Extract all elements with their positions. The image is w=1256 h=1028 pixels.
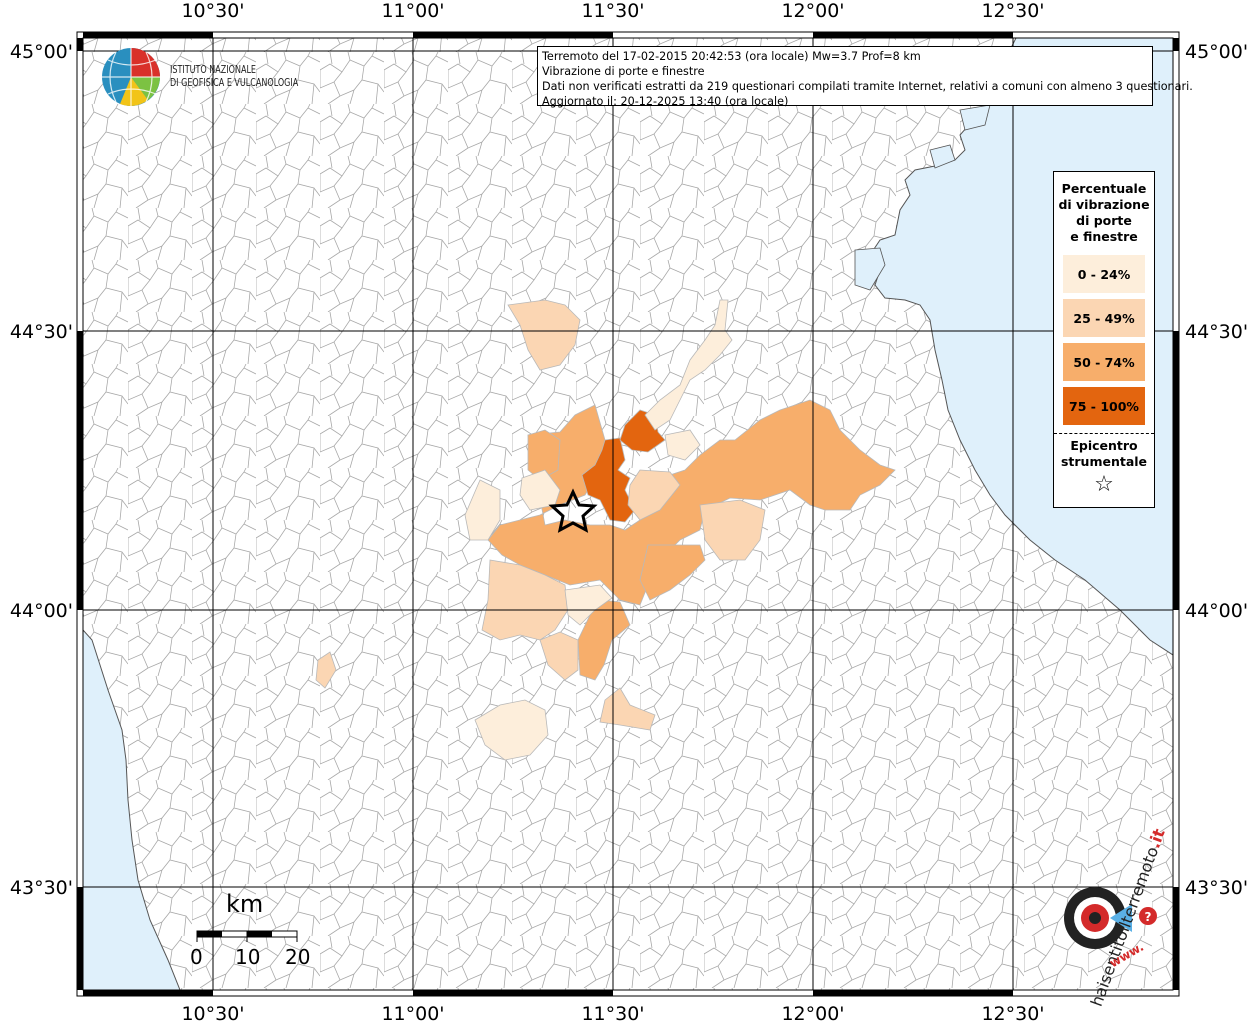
ingv-logo-line: DI GEOFISICA E VULCANOLOGIA xyxy=(170,77,299,89)
legend-divider xyxy=(1054,433,1154,434)
legend-epicenter-line: Epicentro xyxy=(1070,438,1138,453)
legend-title-line: di vibrazione xyxy=(1058,197,1150,212)
lon-label: 11°00' xyxy=(381,1003,444,1024)
latitude-labels-right: 45°00' 44°30' 44°00' 43°30' xyxy=(1185,41,1248,899)
lon-label: 11°30' xyxy=(581,0,644,22)
lat-label: 43°30' xyxy=(10,877,73,899)
legend-epicenter-line: strumentale xyxy=(1060,454,1148,469)
latitude-labels-left: 45°00' 44°30' 44°00' 43°30' xyxy=(10,41,73,899)
event-info-box: Terremoto del 17-02-2015 20:42:53 (ora l… xyxy=(537,46,1193,108)
scale-tick: 0 xyxy=(190,945,203,969)
longitude-labels-top: 10°30' 11°00' 11°30' 12°00' 12°30' xyxy=(181,0,1044,22)
lat-label: 45°00' xyxy=(10,41,73,63)
lon-label: 11°30' xyxy=(581,1003,644,1024)
legend-title: Percentuale di vibrazione di porte e fin… xyxy=(1054,181,1154,245)
longitude-labels-bottom: 10°30' 11°00' 11°30' 12°00' 12°30' xyxy=(181,1003,1044,1025)
event-info-line: Dati non verificati estratti da 219 ques… xyxy=(542,80,1193,93)
lat-label: 43°30' xyxy=(1185,877,1248,899)
event-info-line: Vibrazione di porte e finestre xyxy=(542,65,705,78)
site-logo-text: haisentitoilterremoto.it www. xyxy=(1040,826,1170,1009)
legend-class-50-74: 50 - 74% xyxy=(1063,343,1145,381)
lon-label: 12°00' xyxy=(781,1003,844,1024)
event-info-line: Aggiornato il: 20-12-2025 13:40 (ora loc… xyxy=(542,95,789,108)
scale-tick: 20 xyxy=(285,945,311,969)
lat-label: 44°00' xyxy=(10,600,73,622)
lat-label: 44°30' xyxy=(1185,321,1248,343)
legend-class-25-49: 25 - 49% xyxy=(1063,299,1145,337)
legend-class-75-100: 75 - 100% xyxy=(1063,387,1145,425)
event-info-line: Terremoto del 17-02-2015 20:42:53 (ora l… xyxy=(542,50,921,63)
lon-label: 10°30' xyxy=(181,0,244,22)
legend-class-0-24: 0 - 24% xyxy=(1063,255,1145,293)
lon-label: 11°00' xyxy=(381,0,444,22)
lat-label: 45°00' xyxy=(1185,41,1248,63)
lon-label: 12°00' xyxy=(781,0,844,22)
legend-title-line: Percentuale xyxy=(1061,181,1147,196)
lat-label: 44°00' xyxy=(1185,600,1248,622)
ingv-globe-icon xyxy=(102,48,160,106)
legend-title-line: di porte xyxy=(1076,213,1132,228)
legend-star-icon: ☆ xyxy=(1094,472,1114,497)
lon-label: 12°30' xyxy=(981,1003,1044,1024)
scale-tick: 10 xyxy=(235,945,261,969)
ingv-logo-line: ISTITUTO NAZIONALE xyxy=(170,64,257,76)
lat-label: 44°30' xyxy=(10,321,73,343)
legend-epicenter-label: Epicentro strumentale xyxy=(1054,438,1154,470)
lon-label: 12°30' xyxy=(981,0,1044,22)
legend-title-line: e finestre xyxy=(1070,229,1138,244)
lon-label: 10°30' xyxy=(181,1003,244,1024)
legend: Percentuale di vibrazione di porte e fin… xyxy=(1053,171,1155,508)
ingv-logo-text: ISTITUTO NAZIONALE DI GEOFISICA E VULCAN… xyxy=(170,64,298,90)
scale-unit: km xyxy=(226,890,264,918)
